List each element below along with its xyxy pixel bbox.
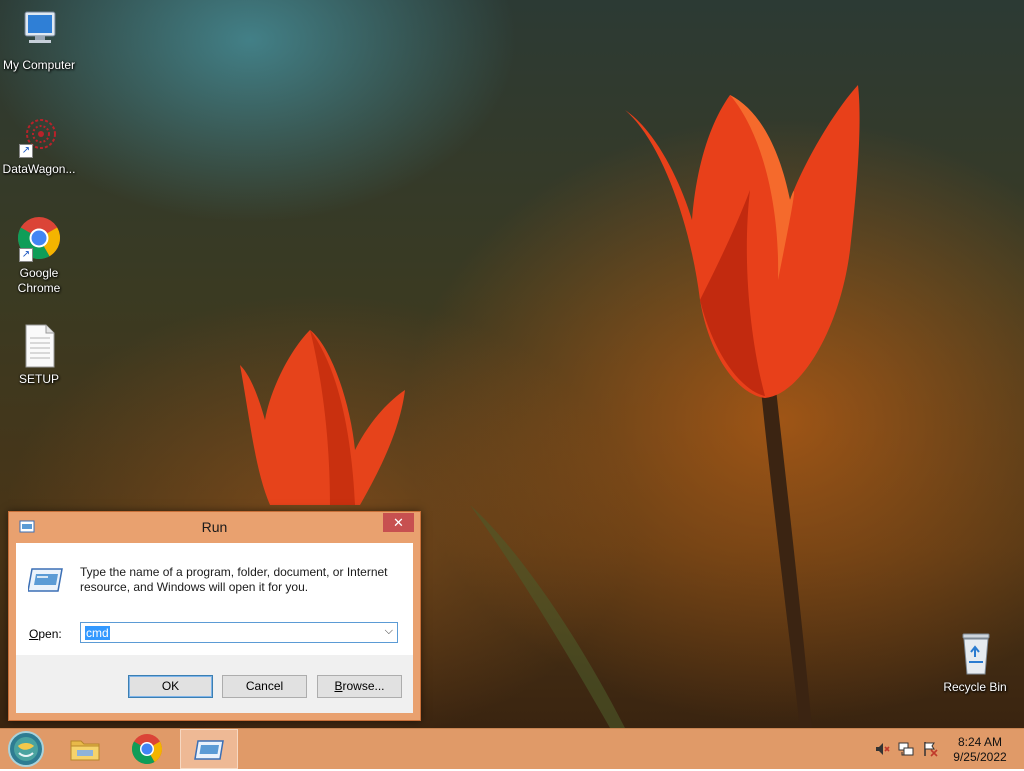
- chevron-down-icon[interactable]: ⌵: [385, 625, 393, 638]
- desktop-icon-google-chrome[interactable]: ↗ Google Chrome: [0, 216, 78, 296]
- desktop-icon-recycle-bin[interactable]: Recycle Bin: [936, 630, 1014, 695]
- browse-label-accelerator: B: [334, 679, 343, 693]
- taskbar-chrome[interactable]: [118, 729, 176, 769]
- open-label-accelerator: O: [29, 627, 39, 641]
- datawagon-icon: ↗: [15, 112, 63, 160]
- shortcut-arrow-icon: ↗: [19, 144, 33, 158]
- open-combobox[interactable]: cmd ⌵: [80, 622, 398, 643]
- desktop-icon-label: My Computer: [2, 58, 76, 72]
- dialog-description: Type the name of a program, folder, docu…: [80, 565, 388, 594]
- chrome-icon: ↗: [15, 216, 63, 264]
- desktop-icon-my-computer[interactable]: My Computer: [0, 8, 78, 73]
- run-dialog-footer: OK Cancel Browse...: [16, 655, 413, 713]
- run-dialog: Run ✕ Type the name of a program, folder…: [8, 511, 421, 721]
- network-icon[interactable]: [898, 741, 914, 757]
- desktop-icon-setup[interactable]: SETUP: [0, 322, 78, 387]
- recycle-bin-icon: [951, 630, 999, 678]
- dialog-title: Run: [201, 519, 228, 535]
- taskbar-run[interactable]: [180, 729, 238, 769]
- browse-button[interactable]: Browse...: [317, 675, 402, 698]
- clock-time: 8:24 AM: [957, 735, 1003, 749]
- desktop-icon-label: Recycle Bin: [943, 680, 1007, 694]
- action-center-icon[interactable]: [922, 741, 938, 757]
- chrome-icon: [131, 734, 163, 765]
- computer-icon: [15, 8, 63, 56]
- run-dialog-body: Type the name of a program, folder, docu…: [16, 543, 413, 713]
- taskbar-clock[interactable]: 8:24 AM 9/25/2022: [944, 735, 1016, 765]
- clock-date: 9/25/2022: [953, 750, 1007, 764]
- run-title-bar[interactable]: Run ✕: [9, 512, 420, 542]
- open-label-text: pen:: [38, 627, 62, 641]
- run-program-icon: [28, 568, 63, 592]
- open-label: Open:: [29, 627, 62, 641]
- taskbar: 8:24 AM 9/25/2022: [0, 728, 1024, 769]
- taskbar-file-explorer[interactable]: [56, 729, 114, 769]
- desktop-icon-datawagon[interactable]: ↗ DataWagon...: [0, 112, 78, 177]
- start-button[interactable]: [6, 730, 46, 768]
- volume-muted-icon[interactable]: [874, 741, 890, 757]
- ok-button[interactable]: OK: [128, 675, 213, 698]
- cancel-button[interactable]: Cancel: [222, 675, 307, 698]
- shortcut-arrow-icon: ↗: [19, 248, 33, 262]
- desktop-icon-label: DataWagon...: [2, 162, 76, 176]
- browse-label-text: rowse...: [342, 679, 385, 693]
- close-icon: ✕: [393, 515, 404, 530]
- text-file-icon: [15, 322, 63, 370]
- close-button[interactable]: ✕: [383, 513, 414, 532]
- desktop-icon-label: Google Chrome: [17, 266, 61, 295]
- desktop-icon-label: SETUP: [18, 372, 59, 386]
- open-input-value[interactable]: cmd: [85, 626, 110, 640]
- start-orb-icon: [8, 731, 44, 767]
- run-icon: [194, 740, 224, 760]
- file-explorer-icon: [70, 740, 100, 761]
